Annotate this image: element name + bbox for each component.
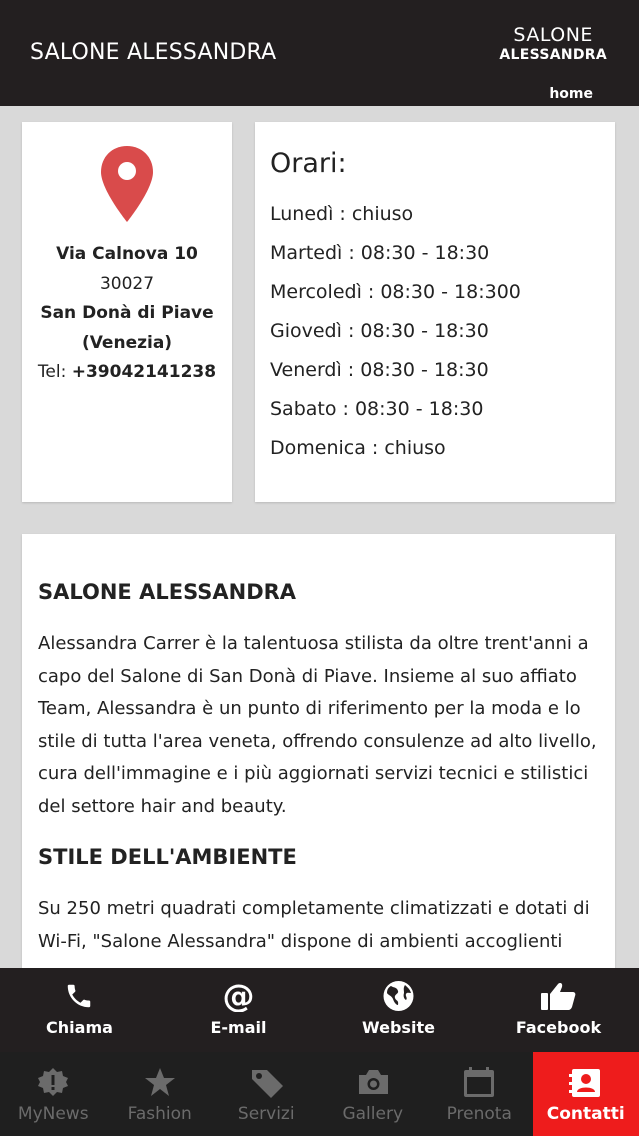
opening-hours-card: Orari: Lunedì : chiuso Martedì : 08:30 -… [255, 122, 615, 502]
tab-gallery[interactable]: Gallery [320, 1052, 427, 1136]
calendar-icon [464, 1067, 494, 1097]
tab-contatti[interactable]: Contatti [532, 1052, 639, 1136]
map-pin-icon [101, 146, 153, 222]
phone-label: Tel: [37, 362, 72, 382]
hours-row-tuesday: Martedì : 08:30 - 18:30 [270, 242, 490, 264]
hours-row-friday: Venerdì : 08:30 - 18:30 [270, 359, 489, 381]
hours-row-thursday: Giovedì : 08:30 - 18:30 [270, 320, 489, 342]
home-link[interactable]: home [549, 86, 593, 102]
tab-contatti-label: Contatti [546, 1104, 625, 1124]
address-zip: 30027 [99, 273, 155, 294]
hours-row-sunday: Domenica : chiuso [270, 437, 446, 459]
ambience-heading: STILE DELL'AMBIENTE [38, 845, 297, 869]
app-header: SALONE ALESSANDRA SALONE ALESSANDRA home [0, 0, 639, 106]
contact-card-icon [568, 1069, 600, 1097]
camera-icon [358, 1070, 388, 1094]
address-card: Via Calnova 10 30027 San Donà di Piave (… [22, 122, 232, 502]
tab-prenota[interactable]: Prenota [426, 1052, 533, 1136]
bottom-tab-bar: MyNews Fashion Servizi Gallery Prenota C… [0, 1052, 639, 1136]
hours-row-monday: Lunedì : chiuso [270, 203, 414, 225]
website-button[interactable]: Website [319, 968, 478, 1052]
logo-line-2: ALESSANDRA [499, 47, 607, 63]
phone-number[interactable]: +39042141238 [72, 362, 216, 382]
call-label: Chiama [46, 1018, 113, 1037]
about-card: SALONE ALESSANDRA Alessandra Carrer è la… [22, 534, 615, 974]
address-city: San Donà di Piave [40, 303, 214, 323]
address-province: (Venezia) [81, 332, 173, 353]
brand-logo[interactable]: SALONE ALESSANDRA [499, 24, 607, 63]
phone-line[interactable]: Tel: +39042141238 [22, 358, 232, 388]
tab-servizi-label: Servizi [237, 1104, 295, 1124]
phone-icon [67, 984, 91, 1008]
tab-servizi[interactable]: Servizi [213, 1052, 320, 1136]
svg-text:@: @ [223, 980, 255, 1012]
star-icon [144, 1068, 175, 1096]
about-paragraph: Alessandra Carrer è la talentuosa stilis… [38, 633, 597, 817]
email-label: E-mail [210, 1018, 267, 1037]
hours-row-saturday: Sabato : 08:30 - 18:30 [270, 398, 484, 420]
tab-fashion-label: Fashion [127, 1104, 192, 1124]
about-heading: SALONE ALESSANDRA [38, 580, 297, 604]
app-title: SALONE ALESSANDRA [30, 40, 277, 65]
hours-row-wednesday: Mercoledì : 08:30 - 18:300 [270, 281, 521, 303]
tab-fashion[interactable]: Fashion [107, 1052, 214, 1136]
thumbs-up-icon [541, 983, 576, 1010]
tab-mynews[interactable]: MyNews [0, 1052, 107, 1136]
facebook-label: Facebook [515, 1018, 602, 1037]
logo-line-1: SALONE [513, 24, 593, 46]
news-badge-icon [38, 1068, 68, 1096]
facebook-button[interactable]: Facebook [479, 968, 638, 1052]
hours-title: Orari: [270, 148, 347, 179]
tag-icon [252, 1070, 283, 1098]
ambience-paragraph: Su 250 metri quadrati completamente clim… [38, 898, 590, 952]
email-button[interactable]: @ E-mail [159, 968, 318, 1052]
globe-icon [383, 981, 414, 1011]
address-street: Via Calnova 10 [56, 244, 198, 264]
tab-gallery-label: Gallery [342, 1104, 404, 1124]
website-label: Website [362, 1018, 435, 1037]
tab-mynews-label: MyNews [17, 1104, 89, 1124]
at-sign-icon: @ [223, 980, 255, 1012]
tab-prenota-label: Prenota [446, 1104, 512, 1124]
contact-actions-bar: Chiama @ E-mail Website Facebook [0, 968, 639, 1052]
call-button[interactable]: Chiama [0, 968, 159, 1052]
